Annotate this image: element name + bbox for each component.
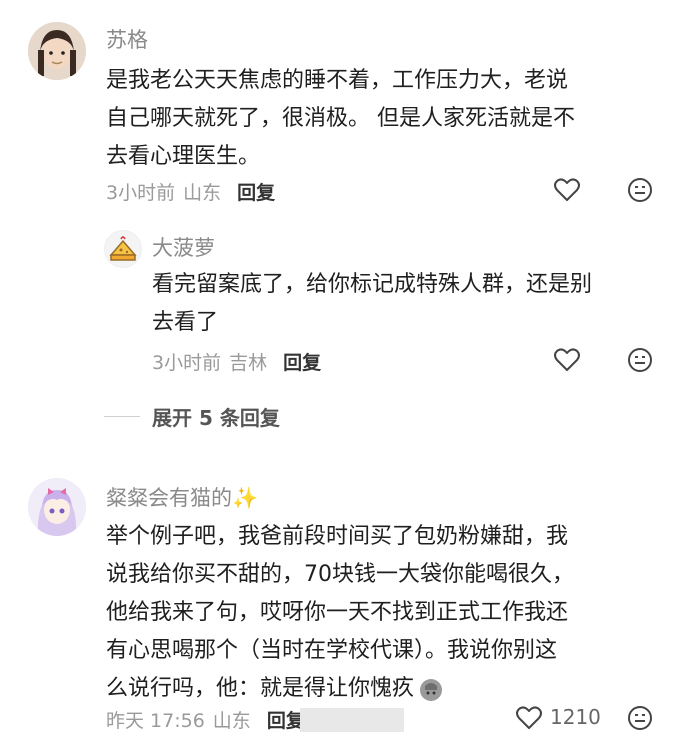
comment-line: 他给我来了句，哎呀你一天不找到正式工作我还 (106, 600, 569, 625)
comment-author[interactable]: 苏格 (106, 24, 148, 54)
comment-location: 山东 (212, 710, 251, 732)
avatar-photo (28, 22, 86, 80)
comment-meta: 3小时前 山东 回复 (106, 178, 275, 205)
facepalm-emoji-icon (418, 676, 444, 702)
comment-time: 昨天 17:56 (106, 710, 205, 732)
comment-author[interactable]: 粲粲会有猫的✨ (106, 482, 258, 512)
reply-line: 去看了 (152, 310, 219, 335)
reply-time: 3小时前 (152, 352, 222, 374)
emoji-react-icon[interactable] (626, 176, 654, 204)
reply-author[interactable]: 大菠萝 (152, 232, 215, 262)
comment-location: 山东 (183, 182, 222, 204)
anime-avatar (28, 478, 86, 536)
expand-replies-label[interactable]: 展开 5 条回复 (152, 402, 280, 431)
comment-meta: 昨天 17:56 山东 回复 (106, 706, 305, 733)
comment-line: 是我老公天天焦虑的睡不着，工作压力大，老说 (106, 68, 569, 93)
reply-button[interactable]: 回复 (237, 178, 275, 205)
like-heart-icon[interactable] (552, 176, 582, 204)
comment-line-text: 么说行吗，他：就是得让你愧疚 (106, 676, 415, 701)
divider (104, 416, 140, 417)
avatar[interactable] (28, 478, 86, 536)
comment-line: 说我给你买不甜的，70块钱一大袋你能喝很久， (106, 562, 574, 587)
emoji-react-icon[interactable] (626, 704, 654, 732)
reply-location: 吉林 (229, 352, 268, 374)
watermark-overlay (300, 708, 404, 732)
comment-line: 去看心理医生。 (106, 144, 261, 169)
expand-replies-button[interactable]: 展开 5 条回复 (104, 402, 280, 431)
cheese-icon (109, 236, 137, 261)
emoji-react-icon[interactable] (626, 346, 654, 374)
comment-line: 么说行吗，他：就是得让你愧疚 (106, 670, 574, 708)
reply-meta: 3小时前 吉林 回复 (152, 348, 321, 375)
comment-body: 是我老公天天焦虑的睡不着，工作压力大，老说 自己哪天就死了，很消极。 但是人家死… (106, 62, 575, 176)
reply-body: 看完留案底了，给你标记成特殊人群，还是别 去看了 (152, 266, 592, 342)
comment-time: 3小时前 (106, 182, 176, 204)
like-heart-icon[interactable] (552, 346, 582, 374)
comment-line: 自己哪天就死了，很消极。 但是人家死活就是不 (106, 106, 575, 131)
avatar[interactable] (104, 230, 142, 268)
like-heart-icon[interactable] (514, 704, 544, 732)
comment-body: 举个例子吧，我爸前段时间买了包奶粉嫌甜，我 说我给你买不甜的，70块钱一大袋你能… (106, 518, 574, 708)
comment-line: 有心思喝那个（当时在学校代课）。我说你别这 (106, 638, 558, 663)
reply-line: 看完留案底了，给你标记成特殊人群，还是别 (152, 272, 593, 297)
reply-button[interactable]: 回复 (283, 348, 321, 375)
comment-line: 举个例子吧，我爸前段时间买了包奶粉嫌甜，我 (106, 524, 569, 549)
like-count: 1210 (550, 705, 601, 729)
avatar[interactable] (28, 22, 86, 80)
